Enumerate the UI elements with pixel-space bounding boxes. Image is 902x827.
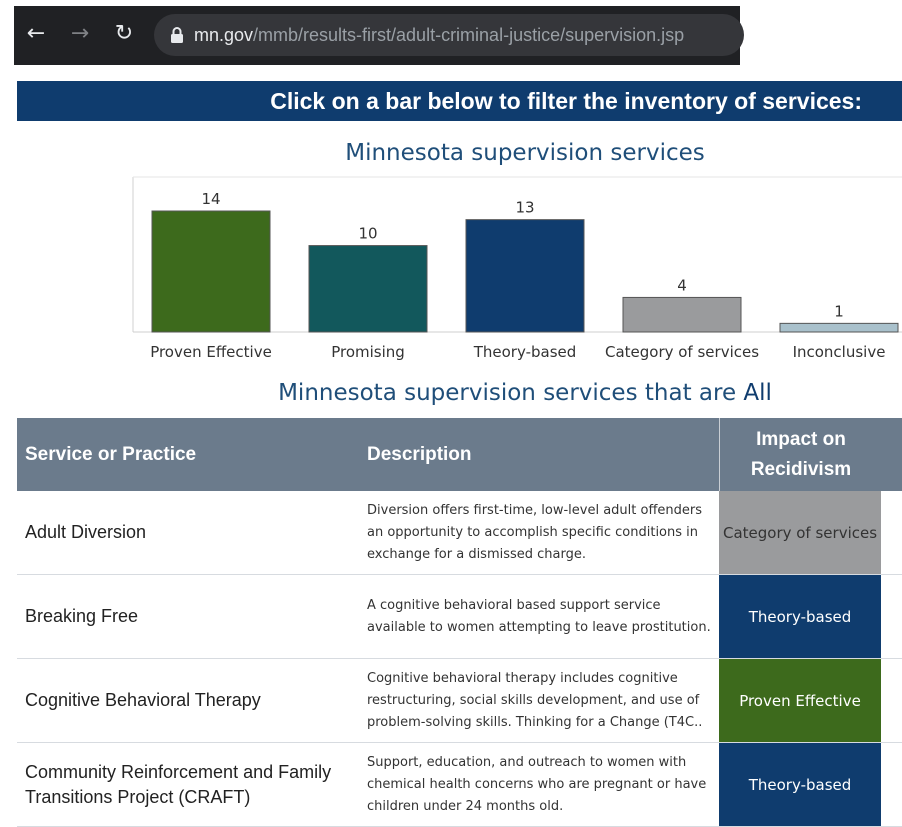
category-tick-label[interactable]: Category of services: [605, 343, 759, 361]
service-name: Community Reinforcement and Family Trans…: [25, 761, 332, 807]
impact-badge[interactable]: Theory-based: [719, 743, 881, 826]
chart-title: Minnesota supervision services: [345, 140, 705, 166]
table-row[interactable]: Breaking Free A cognitive behavioral base…: [17, 575, 902, 659]
service-name: Adult Diversion: [25, 522, 147, 542]
arrow-left-icon[interactable]: ←: [22, 20, 50, 48]
lock-icon[interactable]: [170, 27, 184, 43]
header-description[interactable]: Description: [367, 418, 707, 491]
impact-badge[interactable]: Category of services: [719, 491, 881, 574]
table-title-prefix: Minnesota supervision services that are: [278, 380, 737, 406]
category-tick-label[interactable]: Inconclusive: [793, 343, 886, 361]
bar-theory-based[interactable]: [465, 219, 585, 333]
table-row[interactable]: Adult Diversion Diversion offers first-ti…: [17, 491, 902, 575]
service-description: A cognitive behavioral based support ser…: [367, 597, 711, 635]
service-description: Diversion offers first-time, low-level a…: [367, 502, 703, 562]
impact-badge[interactable]: Proven Effective: [719, 659, 881, 742]
header-service[interactable]: Service or Practice: [25, 418, 355, 491]
bar-proven-effective[interactable]: [151, 210, 271, 333]
table-title: Minnesota supervision services that are …: [130, 380, 902, 406]
arrow-right-icon[interactable]: →: [66, 20, 94, 48]
bar-value-label: 4: [677, 276, 687, 294]
service-name: Breaking Free: [25, 606, 139, 626]
service-description: Support, education, and outreach to wome…: [367, 754, 707, 814]
category-tick-label[interactable]: Theory-based: [473, 343, 577, 361]
table-body: Adult Diversion Diversion offers first-ti…: [17, 491, 902, 827]
bar-category-of-services[interactable]: [622, 296, 742, 333]
service-description: Cognitive behavioral therapy includes co…: [367, 670, 703, 730]
service-name: Cognitive Behavioral Therapy: [25, 690, 261, 710]
extra-column-cell: [881, 743, 902, 826]
table-row[interactable]: Cognitive Behavioral Therapy Cognitive be…: [17, 659, 902, 743]
banner-text: Click on a bar below to filter the inven…: [270, 88, 862, 114]
extra-column-cell: [881, 575, 902, 658]
extra-column-cell: [881, 659, 902, 742]
browser-toolbar: ← → ↻ mn.gov/mmb/results-first/adult-cri…: [14, 6, 744, 65]
address-bar[interactable]: mn.gov/mmb/results-first/adult-criminal-…: [154, 14, 744, 56]
table-header: Service or Practice Description Impact o…: [17, 418, 902, 491]
bar-inconclusive[interactable]: [779, 322, 899, 333]
url-host: mn.gov: [194, 25, 254, 45]
category-tick-label[interactable]: Promising: [331, 343, 405, 361]
impact-badge[interactable]: Theory-based: [719, 575, 881, 658]
table-row[interactable]: Community Reinforcement and Family Trans…: [17, 743, 902, 827]
bar-value-label: 13: [515, 199, 534, 217]
filter-banner: Click on a bar below to filter the inven…: [17, 81, 902, 121]
table-title-selection: All: [743, 380, 772, 406]
header-impact[interactable]: Impact on Recidivism: [719, 418, 883, 491]
extra-column-cell: [881, 491, 902, 574]
bar-value-label: 1: [834, 302, 844, 320]
bar-value-label: 14: [201, 190, 220, 208]
bar-value-label: 10: [358, 225, 377, 243]
category-tick-label[interactable]: Proven Effective: [150, 343, 272, 361]
services-table: Service or Practice Description Impact o…: [17, 418, 902, 827]
bar-promising[interactable]: [308, 245, 428, 333]
url-text[interactable]: mn.gov/mmb/results-first/adult-criminal-…: [194, 23, 684, 47]
bar-chart: 14Proven Effective10Promising13Theory-ba…: [132, 176, 902, 361]
url-path: /mmb/results-first/adult-criminal-justic…: [253, 25, 685, 45]
header-extra-column: [881, 418, 902, 491]
reload-icon[interactable]: ↻: [110, 20, 138, 48]
